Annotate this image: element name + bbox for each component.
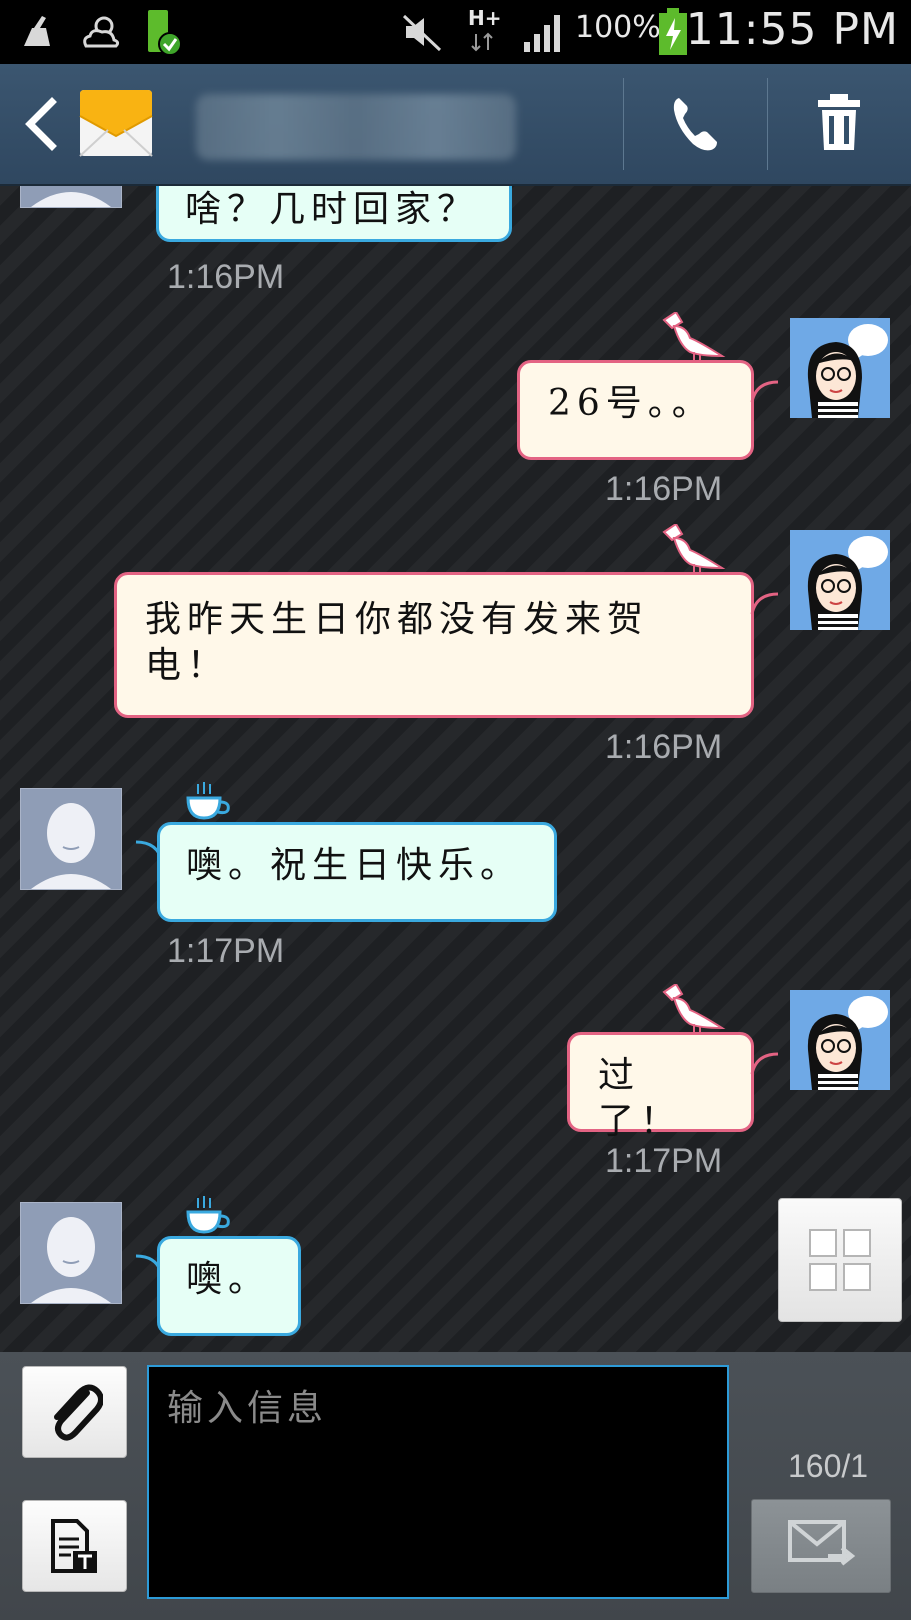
my-avatar[interactable] <box>790 530 890 630</box>
emoticon-grid-button[interactable] <box>778 1198 902 1322</box>
call-button[interactable] <box>625 64 765 184</box>
contact-avatar[interactable] <box>20 788 122 890</box>
paperclip-icon <box>54 1384 103 1441</box>
cleaner-icon <box>24 16 50 46</box>
message-bubble-incoming[interactable]: 啥？几时回家？ <box>156 186 512 242</box>
message-bubble-incoming[interactable]: 噢。 <box>157 1236 301 1336</box>
signal-icon <box>524 15 560 52</box>
data-arrows-icon <box>471 32 493 52</box>
contact-avatar[interactable] <box>20 1202 122 1304</box>
battery-percent: 100% <box>575 10 661 45</box>
contact-name <box>196 94 516 160</box>
contact-avatar[interactable] <box>20 186 122 208</box>
my-avatar[interactable] <box>790 318 890 418</box>
delete-button[interactable] <box>768 64 911 184</box>
message-bubble-outgoing[interactable]: 26号。。 <box>517 360 754 460</box>
bird-decoration-icon <box>662 524 726 574</box>
document-text-icon <box>51 1519 97 1573</box>
message-bubble-outgoing[interactable]: 我昨天生日你都没有发来贺电！ <box>114 572 754 718</box>
message-time: 1:17PM <box>605 1142 723 1180</box>
composer-bar: 输入信息 160/1 <box>0 1352 911 1620</box>
message-time: 1:16PM <box>167 258 285 296</box>
message-bubble-incoming[interactable]: 噢。祝生日快乐。 <box>157 822 557 922</box>
message-time: 1:16PM <box>605 470 723 508</box>
teacup-icon <box>186 782 230 820</box>
conversation-header <box>0 64 911 186</box>
message-input[interactable]: 输入信息 <box>147 1365 729 1599</box>
mute-icon <box>402 14 442 52</box>
message-time: 1:16PM <box>605 728 723 766</box>
message-bubble-outgoing[interactable]: 过了！ <box>567 1032 754 1142</box>
message-time: 1:17PM <box>167 932 285 970</box>
bird-decoration-icon <box>662 312 726 362</box>
envelope-icon[interactable] <box>78 86 154 162</box>
bubble-tail <box>750 380 779 403</box>
my-avatar[interactable] <box>790 990 890 1090</box>
send-button[interactable] <box>751 1499 891 1593</box>
send-envelope-icon <box>788 1520 856 1566</box>
teacup-icon <box>186 1196 230 1234</box>
status-bar: H+ 100% 11:55 PM <box>0 0 911 64</box>
weather-icon <box>83 16 120 48</box>
network-type: H+ <box>468 6 502 30</box>
character-counter: 160/1 <box>788 1448 869 1484</box>
header-divider <box>623 78 624 170</box>
bubble-tail <box>750 592 779 615</box>
bird-decoration-icon <box>662 984 726 1034</box>
attach-button[interactable] <box>22 1366 127 1458</box>
message-list[interactable]: 啥？几时回家？ 1:16PM 26号。。 1:16PM 我昨天生日你都没有发来贺… <box>0 186 911 1352</box>
phone-icon <box>673 98 717 151</box>
back-arrow-icon[interactable] <box>16 92 66 156</box>
trash-icon <box>818 94 860 150</box>
clock: 11:55 PM <box>685 4 899 55</box>
bubble-tail <box>750 1052 779 1075</box>
text-template-button[interactable] <box>22 1500 127 1592</box>
grid-icon <box>809 1229 871 1291</box>
battery-ok-icon <box>148 10 182 56</box>
